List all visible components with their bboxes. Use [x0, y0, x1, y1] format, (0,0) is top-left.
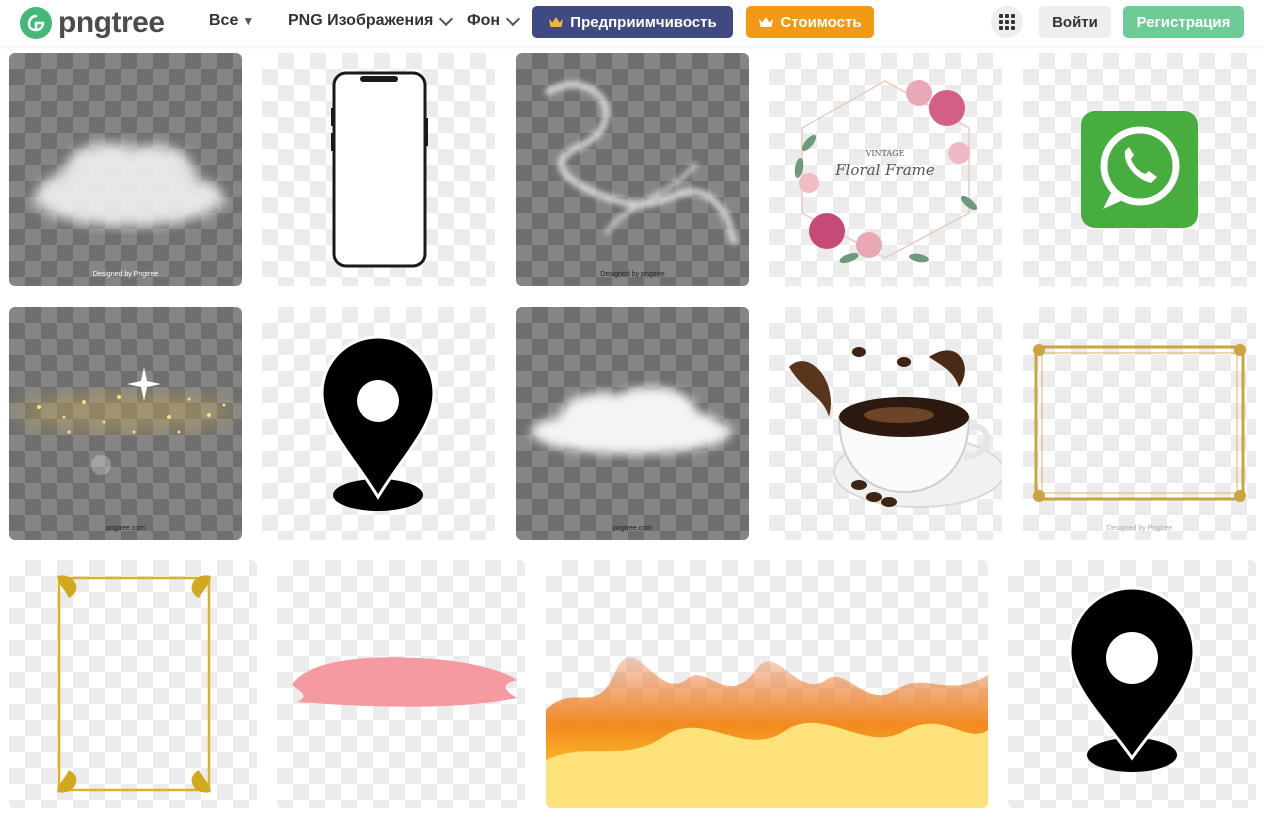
watermark-text: pngtree.com [613, 525, 652, 532]
watermark-text: Designed by Pngtree [1106, 525, 1173, 532]
coffee-cup-image [789, 347, 1002, 508]
enterprise-button[interactable]: Предприимчивость [532, 6, 733, 38]
floral-frame-image: VINTAGE Floral Frame [794, 80, 978, 264]
result-tile-cloud[interactable]: Designed by Pngtree [9, 53, 242, 286]
price-label: Стоимость [780, 13, 862, 31]
pngtree-logo[interactable]: pngtree [20, 5, 165, 41]
nav-all-dropdown[interactable]: Все ▼ [209, 12, 254, 30]
pink-brush-stroke-image [292, 657, 517, 707]
fire-flames-image [546, 657, 988, 808]
cloud-image [531, 387, 731, 454]
result-tile-floral-frame[interactable]: VINTAGE Floral Frame [769, 53, 1002, 286]
apps-grid-button[interactable] [991, 6, 1023, 38]
crown-icon [759, 17, 774, 27]
watermark-text: Designed by pngtree [600, 271, 665, 278]
result-tile-smartphone[interactable] [262, 53, 495, 286]
cloud-image [34, 143, 224, 226]
result-tile-gold-ornate-frame[interactable] [9, 560, 257, 808]
result-tile-gold-frame[interactable]: Designed by Pngtree [1023, 307, 1256, 540]
result-tile-cloud-2[interactable]: pngtree.com [516, 307, 749, 540]
logo-text: pngtree [58, 6, 165, 39]
login-button[interactable]: Войти [1039, 6, 1111, 38]
result-tile-location-pin[interactable] [262, 307, 495, 540]
nav-png-dropdown[interactable]: PNG Изображения [288, 11, 454, 30]
caret-down-icon: ▼ [242, 14, 255, 28]
whatsapp-logo-image [1081, 111, 1198, 228]
result-tile-whatsapp[interactable] [1023, 53, 1256, 286]
logo-icon [20, 7, 52, 39]
smartphone-image [331, 71, 428, 268]
result-tile-pink-brush[interactable] [277, 560, 525, 808]
nav-bg-dropdown[interactable]: Фон [467, 11, 521, 30]
location-pin-image [1068, 586, 1196, 772]
register-button[interactable]: Регистрация [1123, 6, 1244, 38]
watermark-text: Designed by Pngtree [92, 271, 159, 278]
floral-frame-caption: Floral Frame [834, 161, 935, 179]
apps-grid-icon [999, 14, 1015, 30]
location-pin-image [320, 335, 436, 511]
login-label: Войти [1052, 13, 1098, 31]
chevron-down-icon [506, 11, 521, 27]
result-tile-fire[interactable] [546, 560, 988, 808]
enterprise-label: Предприимчивость [570, 13, 717, 31]
result-tile-coffee[interactable] [769, 307, 1002, 540]
watermark-text: pngtree.com [106, 525, 145, 532]
chevron-down-icon [439, 11, 454, 27]
smoke-image [544, 81, 739, 246]
top-navbar: pngtree Все ▼ PNG Изображения Фон Предпр… [0, 0, 1264, 46]
result-tile-location-pin-2[interactable] [1008, 560, 1256, 808]
crown-icon [549, 17, 564, 27]
floral-frame-caption-top: VINTAGE [865, 149, 905, 158]
result-tile-smoke[interactable]: Designed by pngtree [516, 53, 749, 286]
result-tile-gold-sparkles[interactable]: pngtree.com [9, 307, 242, 540]
price-button[interactable]: Стоимость [746, 6, 874, 38]
gold-frame-image [1033, 344, 1246, 502]
gold-sparkles-image [15, 367, 235, 475]
nav-png-label: PNG Изображения [288, 12, 434, 29]
gold-ornate-frame-image [57, 575, 211, 793]
nav-bg-label: Фон [467, 12, 501, 29]
register-label: Регистрация [1136, 13, 1231, 31]
nav-all-label: Все [209, 12, 239, 29]
